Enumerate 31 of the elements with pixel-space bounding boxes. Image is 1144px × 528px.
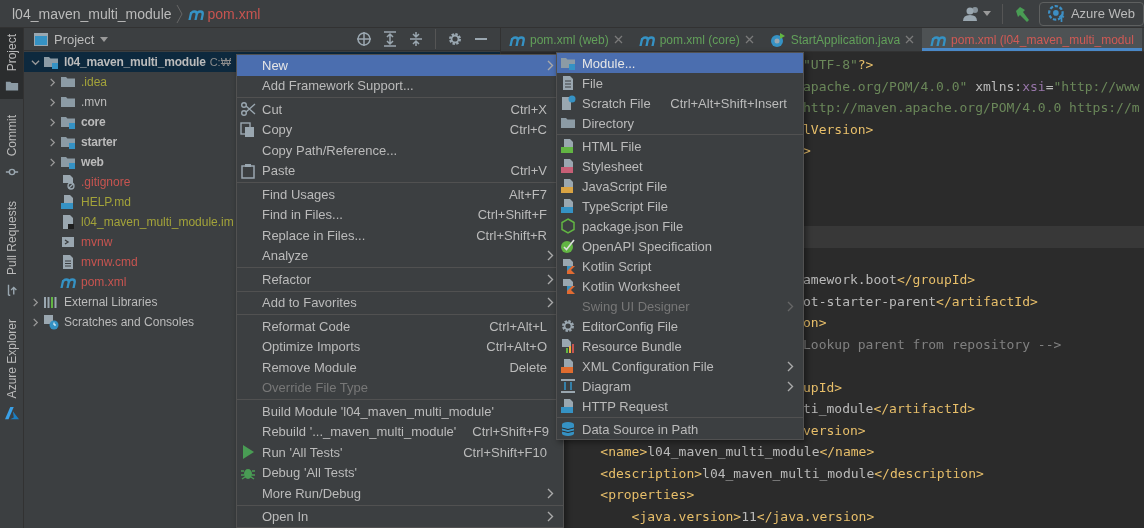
tree-item-label: .gitignore — [81, 175, 131, 189]
code-line: <properties> — [599, 487, 695, 503]
code-line: <name>l04_maven_multi_module</name> — [599, 444, 875, 460]
code-line: amework.boot</groupId> — [803, 272, 976, 288]
tree-item-label: core — [81, 115, 106, 129]
project-path: C:₩ — [209, 56, 232, 68]
tree-item-label: mvnw.cmd — [81, 255, 138, 269]
tree-item-label: web — [81, 155, 104, 169]
tree-item-label: pom.xml — [81, 275, 127, 289]
code-line: on> — [803, 315, 827, 331]
code-line: version> — [803, 422, 866, 438]
tree-item-label: HELP.md — [81, 195, 131, 209]
tree-item-label: mvnw — [81, 235, 113, 249]
tree-item-label: l04_maven_multi_module — [64, 55, 206, 69]
tree-item-label: .idea — [81, 75, 108, 89]
code-line: ti_module</artifactId> — [803, 401, 976, 417]
tree-item-label: External Libraries — [64, 295, 158, 309]
code-line: http://maven.apache.org/POM/4.0.0 https://m — [803, 100, 1140, 116]
tree-item-label: .mvn — [81, 95, 107, 109]
tree-item-label: Scratches and Consoles — [64, 315, 195, 329]
code-line: apache.org/POM/4.0.0" xmlns:xsi="http://www — [803, 78, 1140, 94]
tree-item-label: l04_maven_multi_module.im — [81, 215, 234, 229]
code-line: "UTF-8"?> — [803, 57, 874, 73]
code-line: upId> — [803, 379, 843, 395]
tree-item-label: starter — [81, 135, 117, 149]
code-line: lVersion> — [803, 121, 874, 137]
code-line: <java.version>11</java.version> — [630, 508, 875, 524]
code-line: > — [803, 143, 811, 159]
code-line: Lookup parent from repository --> — [803, 336, 1062, 352]
code-line: ot-starter-parent</artifactId> — [803, 293, 1038, 309]
code-line: <description>l04_maven_multi_module</description> — [599, 465, 984, 481]
